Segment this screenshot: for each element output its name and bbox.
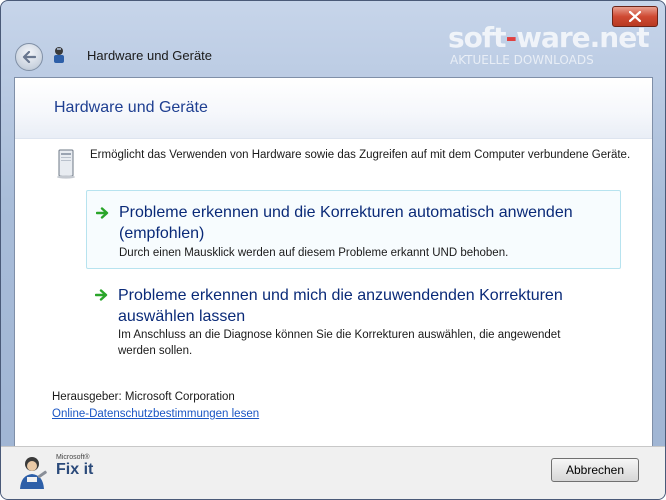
option-manual-fix[interactable]: Probleme erkennen und mich die anzuwende… — [86, 274, 619, 364]
window-title: Hardware und Geräte — [87, 48, 213, 63]
green-arrow-icon — [95, 289, 108, 301]
hardware-device-icon — [57, 149, 75, 179]
privacy-link[interactable]: Online-Datenschutzbestimmungen lesen — [52, 408, 259, 420]
green-arrow-icon — [96, 207, 109, 219]
logo-fixit: Fix it — [56, 461, 94, 478]
intro-description: Ermöglicht das Verwenden von Hardware so… — [90, 149, 631, 161]
option-title: Probleme erkennen und die Korrekturen au… — [119, 204, 573, 242]
watermark-accent: - — [505, 21, 517, 54]
watermark-left: soft — [448, 21, 506, 54]
logo-microsoft: Microsoft® — [56, 454, 90, 461]
close-button[interactable] — [612, 6, 658, 27]
back-button[interactable] — [15, 43, 43, 71]
footer: Microsoft® Fix it Abbrechen — [1, 446, 665, 499]
watermark-subtitle: AKTUELLE DOWNLOADS — [450, 53, 594, 67]
close-icon — [629, 11, 641, 22]
fixit-mascot-icon — [20, 457, 47, 489]
troubleshooter-icon — [54, 47, 64, 63]
back-arrow-icon — [22, 51, 36, 63]
option-subtitle: Im Anschluss an die Diagnose können Sie … — [118, 329, 561, 357]
fixit-window: soft-ware.net AKTUELLE DOWNLOADS Hardwar… — [0, 0, 666, 500]
page-heading: Hardware und Geräte — [54, 99, 208, 116]
header-band: Hardware und Geräte — [15, 78, 652, 139]
option-subtitle: Durch einen Mausklick werden auf diesem … — [119, 247, 509, 259]
option-auto-fix[interactable]: Probleme erkennen und die Korrekturen au… — [86, 190, 621, 269]
publisher-label: Herausgeber: Microsoft Corporation — [52, 391, 235, 403]
cancel-button[interactable]: Abbrechen — [551, 458, 639, 482]
option-title: Probleme erkennen und mich die anzuwende… — [118, 287, 563, 325]
title-bar: soft-ware.net AKTUELLE DOWNLOADS Hardwar… — [1, 1, 665, 77]
content-panel: Hardware und Geräte Ermöglicht das Verwe… — [14, 77, 653, 448]
